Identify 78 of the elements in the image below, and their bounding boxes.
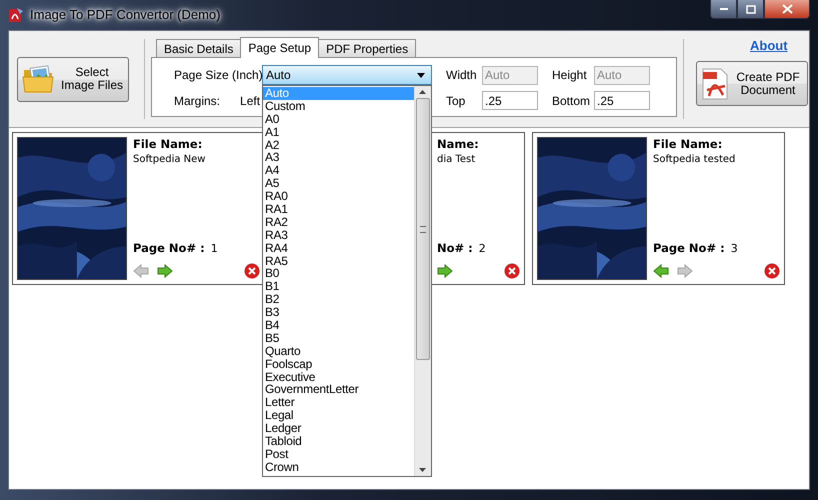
select-image-files-button[interactable]: Select Image Files (17, 56, 129, 102)
delete-icon[interactable] (244, 263, 260, 279)
tab[interactable]: Page Setup (240, 37, 320, 58)
bottom-label: Bottom (552, 94, 592, 108)
minimize-icon (718, 7, 728, 11)
page-card[interactable]: File Name: Softpedia tested Page No# : 3 (532, 132, 785, 285)
dropdown-option[interactable]: Quarto (263, 344, 414, 358)
file-name: Softpedia tested (653, 154, 736, 165)
tab[interactable]: PDF Properties (318, 39, 416, 57)
delete-icon[interactable] (764, 263, 780, 279)
dropdown-option[interactable]: B2 (263, 293, 414, 306)
dropdown-option[interactable]: Custom (263, 100, 414, 113)
dropdown-option[interactable]: A2 (263, 138, 414, 152)
pdf-document-icon (701, 68, 729, 100)
scroll-thumb[interactable] (416, 98, 430, 360)
dropdown-option[interactable]: RA2 (263, 216, 414, 229)
dropdown-option[interactable]: RA1 (263, 203, 414, 216)
dropdown-option[interactable]: Ledger (263, 422, 414, 436)
folder-icon (22, 64, 56, 94)
dropdown-option[interactable]: Executive (263, 370, 414, 384)
margins-label: Margins: (174, 94, 220, 108)
page-number: 2 (478, 242, 486, 255)
dropdown-option[interactable]: B4 (263, 319, 414, 332)
delete-icon[interactable] (504, 263, 520, 279)
dropdown-option[interactable]: Legal (263, 409, 414, 422)
dropdown-option[interactable]: RA0 (263, 190, 414, 204)
dropdown-option[interactable]: A3 (263, 151, 414, 164)
page-size-dropdown[interactable]: Auto (262, 65, 432, 85)
height-label: Height (552, 68, 588, 82)
page-number: 1 (210, 242, 218, 255)
about-link[interactable]: About (750, 38, 788, 53)
dropdown-option[interactable]: Tabloid (263, 435, 414, 448)
create-pdf-document-button[interactable]: Create PDF Document (696, 61, 808, 106)
dropdown-option[interactable]: B1 (263, 280, 414, 294)
page-number: 3 (730, 242, 738, 255)
dropdown-option[interactable]: Post (263, 448, 414, 461)
page-number-label: Page No# : (133, 241, 205, 255)
dropdown-option[interactable]: Letter (263, 396, 414, 410)
file-name-label: Name: (437, 137, 480, 151)
window-title: Image To PDF Convertor (Demo) (30, 7, 220, 22)
file-name: dia Test (437, 154, 476, 165)
top-field[interactable]: .25 (482, 91, 538, 110)
page-number-label: No# : (437, 241, 473, 255)
maximize-icon (746, 4, 756, 14)
page-card[interactable]: File Name: Softpedia New Page No# : 1 (12, 132, 265, 285)
dropdown-option[interactable]: RA3 (263, 228, 414, 242)
dropdown-option[interactable]: Crown (263, 460, 414, 474)
right-arrow-icon[interactable] (437, 263, 453, 279)
dropdown-option[interactable]: Foolscap (263, 358, 414, 371)
left-label: Left (240, 94, 260, 108)
page-size-label: Page Size (Inch) (174, 68, 262, 82)
pdf-icon (8, 7, 24, 23)
dropdown-option[interactable]: A1 (263, 126, 414, 139)
close-button[interactable] (764, 0, 810, 19)
close-icon (782, 4, 792, 14)
minimize-button[interactable] (710, 0, 737, 19)
caret-icon (417, 72, 425, 78)
top-label: Top (446, 94, 466, 108)
tab[interactable]: Basic Details (156, 39, 242, 57)
dropdown-option[interactable]: RA5 (263, 254, 414, 268)
file-name-label: File Name: (653, 137, 724, 151)
dropdown-option[interactable]: B0 (263, 267, 414, 280)
width-label: Width (446, 68, 478, 82)
dropdown-option[interactable]: B3 (263, 306, 414, 320)
maximize-button[interactable] (737, 0, 764, 19)
dropdown-option[interactable]: RA4 (263, 242, 414, 255)
file-name-label: File Name: (133, 137, 204, 151)
dropdown-option[interactable]: A0 (263, 112, 414, 126)
scrollbar[interactable] (414, 86, 431, 476)
left-arrow-icon[interactable] (653, 263, 669, 279)
page-number-label: Page No# : (653, 241, 725, 255)
dropdown-option[interactable]: A4 (263, 164, 414, 178)
file-name: Softpedia New (133, 154, 206, 165)
dropdown-option[interactable]: A5 (263, 177, 414, 190)
dropdown-option[interactable]: GovernmentLetter (263, 383, 414, 396)
right-arrow-icon[interactable] (157, 263, 173, 279)
dropdown-option[interactable]: B5 (263, 332, 414, 345)
bottom-field[interactable]: .25 (594, 91, 650, 110)
